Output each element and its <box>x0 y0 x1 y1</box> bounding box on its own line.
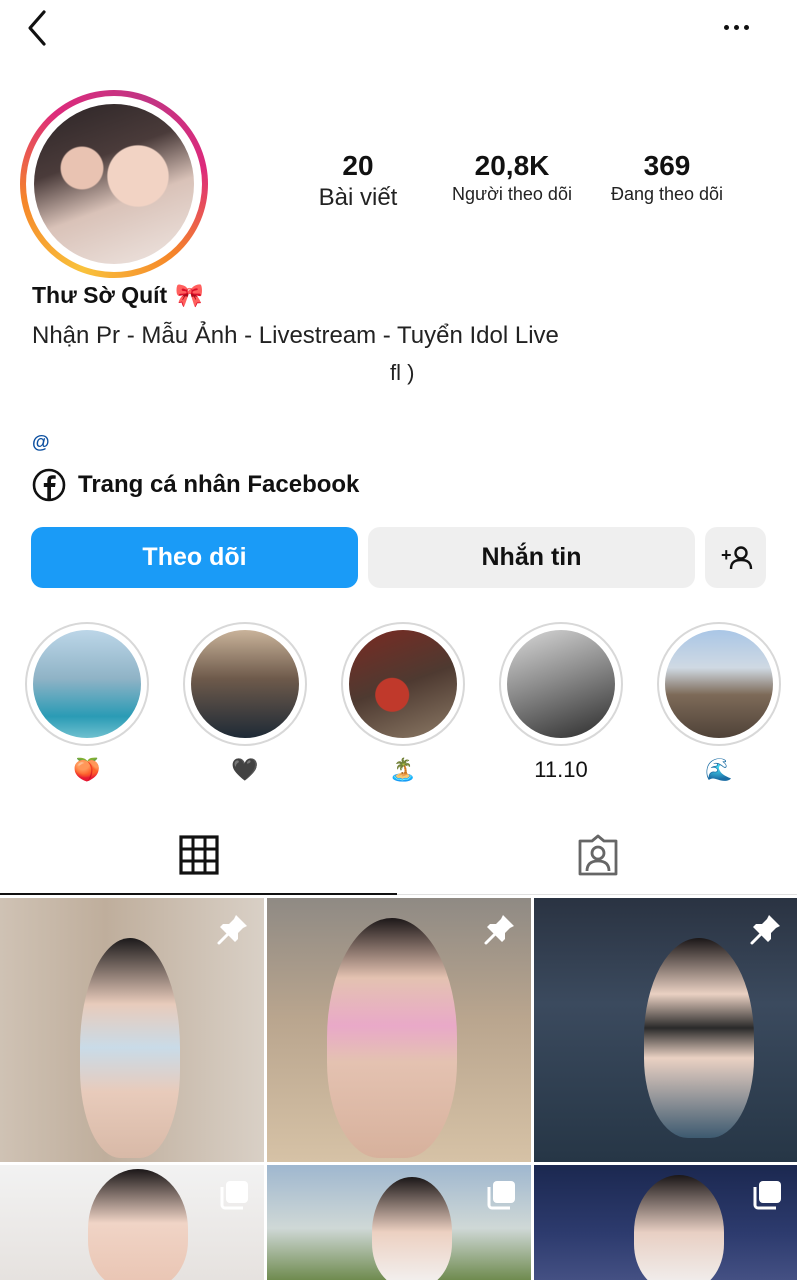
highlight-caption: 11.10 <box>534 757 588 782</box>
facebook-icon <box>32 468 66 502</box>
pin-icon <box>484 915 514 945</box>
highlight-cover <box>33 630 141 738</box>
story-highlight[interactable]: 11.10 <box>498 622 624 784</box>
bio-line-1: Nhận Pr - Mẫu Ảnh - Livestream - Tuyển I… <box>32 322 559 349</box>
story-highlight[interactable]: 🌊 <box>656 622 782 784</box>
highlight-caption: 🖤 <box>231 757 259 782</box>
post-thumbnail[interactable] <box>267 1165 531 1280</box>
avatar-image <box>34 104 194 264</box>
bio-line-2: fl ) <box>390 360 415 385</box>
following-count[interactable]: 369 Đang theo dõi <box>592 150 742 205</box>
carousel-icon <box>753 1181 781 1210</box>
following-label: Đang theo dõi <box>610 184 724 204</box>
story-highlight[interactable]: 🍑 <box>24 622 150 784</box>
add-person-icon: + <box>721 545 752 569</box>
active-tab-indicator <box>0 893 397 895</box>
bow-emoji: 🎀 <box>175 282 204 308</box>
post-thumbnail[interactable] <box>0 898 264 1162</box>
profile-avatar[interactable] <box>20 90 208 278</box>
facebook-link-text: Trang cá nhân Facebook <box>78 471 360 498</box>
more-horizontal-icon <box>723 24 729 30</box>
highlight-cover <box>191 630 299 738</box>
profile-name: Thư Sờ Quít 🎀 <box>32 282 204 309</box>
highlight-cover <box>349 630 457 738</box>
facebook-profile-link[interactable]: Trang cá nhân Facebook <box>32 468 359 502</box>
carousel-icon <box>220 1181 248 1210</box>
follow-button[interactable]: Theo dõi <box>31 527 358 588</box>
posts-value: 20 <box>342 150 374 181</box>
post-thumbnail[interactable] <box>267 898 531 1162</box>
story-highlight[interactable]: 🖤 <box>182 622 308 784</box>
grid-icon <box>179 835 219 875</box>
highlight-cover <box>665 630 773 738</box>
posts-count: 20 Bài viết <box>298 150 418 212</box>
tab-tagged[interactable] <box>576 833 620 877</box>
story-highlight[interactable]: 🏝️ <box>340 622 466 784</box>
tab-posts-grid[interactable] <box>178 834 222 876</box>
chevron-left-icon <box>28 10 46 46</box>
threads-link[interactable]: @ <box>32 432 50 453</box>
svg-text:+: + <box>721 545 732 565</box>
suggest-people-button[interactable]: + <box>705 527 766 588</box>
post-thumbnail[interactable] <box>534 898 797 1162</box>
message-button[interactable]: Nhắn tin <box>368 527 695 588</box>
followers-label: Người theo dõi <box>452 184 572 204</box>
following-value: 369 <box>643 150 691 181</box>
back-button[interactable] <box>22 8 54 48</box>
highlight-caption: 🏝️ <box>389 757 417 782</box>
followers-count[interactable]: 20,8K Người theo dõi <box>436 150 588 205</box>
posts-label: Bài viết <box>318 184 398 211</box>
tagged-person-icon <box>578 834 618 876</box>
highlight-caption: 🍑 <box>73 757 101 782</box>
profile-name-text: Thư Sờ Quít <box>32 282 168 308</box>
followers-value: 20,8K <box>474 150 550 181</box>
pin-icon <box>750 915 780 945</box>
pin-icon <box>217 915 247 945</box>
more-options-button[interactable] <box>716 14 756 40</box>
post-thumbnail[interactable] <box>0 1165 264 1280</box>
highlight-cover <box>507 630 615 738</box>
post-thumbnail[interactable] <box>534 1165 797 1280</box>
carousel-icon <box>487 1181 515 1210</box>
highlight-caption: 🌊 <box>705 757 733 782</box>
